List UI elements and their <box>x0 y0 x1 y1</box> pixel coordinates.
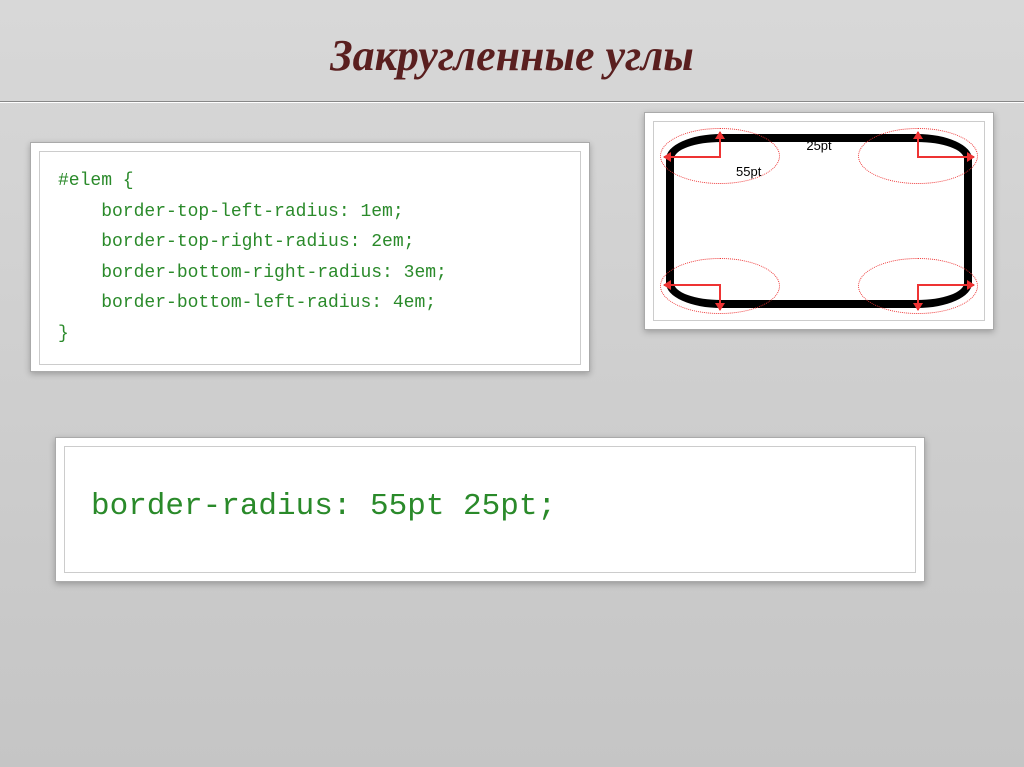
css-shorthand: border-radius: 55pt 25pt; <box>83 461 897 552</box>
slide: Закругленные углы #elem { border-top-lef… <box>0 0 1024 767</box>
code-line: #elem { <box>58 171 134 191</box>
short-frame: border-radius: 55pt 25pt; <box>64 446 916 573</box>
code-line: border-top-left-radius: 1em; <box>58 202 404 222</box>
css-code: #elem { border-top-left-radius: 1em; bor… <box>58 166 562 350</box>
content-area: #elem { border-top-left-radius: 1em; bor… <box>0 102 1024 759</box>
arrow-icon <box>664 156 720 158</box>
code-line: border-bottom-right-radius: 3em; <box>58 263 447 283</box>
rounded-box-diagram: 25pt 55pt <box>654 122 984 320</box>
code-line: border-bottom-left-radius: 4em; <box>58 293 436 313</box>
arrow-icon <box>918 284 974 286</box>
arrow-icon <box>719 132 721 158</box>
diagram-frame: 25pt 55pt <box>653 121 985 321</box>
label-55pt: 55pt <box>736 164 761 179</box>
diagram-panel: 25pt 55pt <box>644 112 994 330</box>
code-block-shorthand: border-radius: 55pt 25pt; <box>55 437 925 582</box>
arrow-icon <box>917 132 919 158</box>
code-line: } <box>58 324 69 344</box>
code-frame: #elem { border-top-left-radius: 1em; bor… <box>39 151 581 365</box>
label-25pt: 25pt <box>806 138 831 153</box>
arrow-icon <box>719 284 721 310</box>
title-area: Закругленные углы <box>0 0 1024 101</box>
arrow-icon <box>918 156 974 158</box>
slide-title: Закругленные углы <box>330 30 694 81</box>
code-line: border-top-right-radius: 2em; <box>58 232 414 252</box>
arrow-icon <box>664 284 720 286</box>
arrow-icon <box>917 284 919 310</box>
code-block-longhand: #elem { border-top-left-radius: 1em; bor… <box>30 142 590 372</box>
